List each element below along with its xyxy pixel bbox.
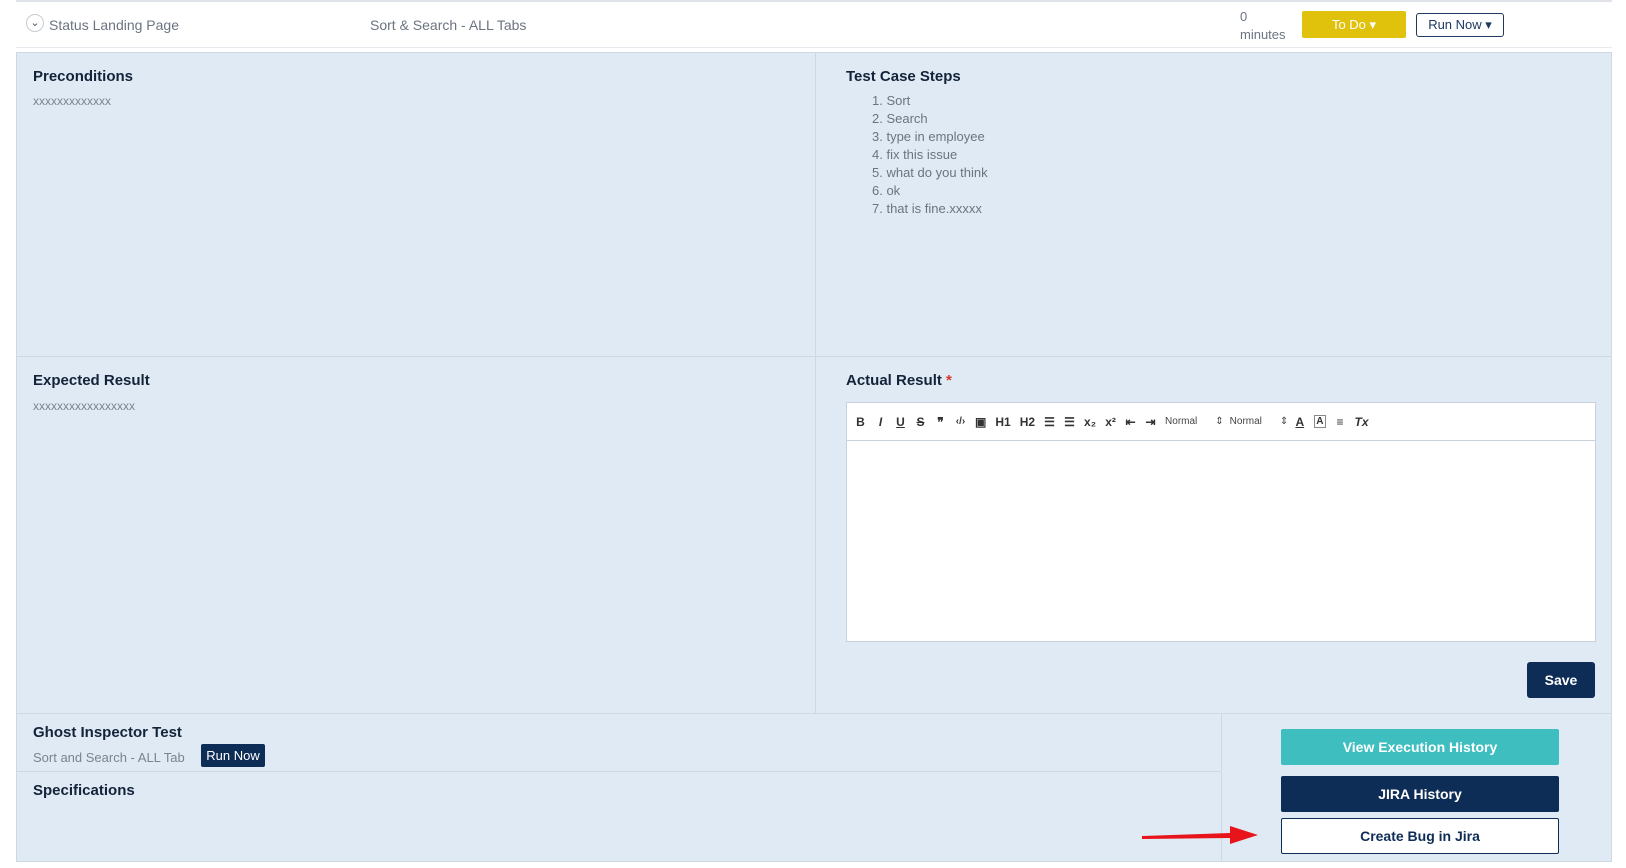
chevron-down-icon[interactable]: ⌄: [26, 14, 44, 32]
strikethrough-button[interactable]: S: [915, 415, 926, 429]
test-case-steps-title: Test Case Steps: [846, 68, 961, 85]
row-divider: [16, 771, 1221, 772]
align-icon[interactable]: ≡: [1335, 415, 1346, 429]
step-item: 2. Search: [872, 111, 928, 126]
caret-down-icon: ▾: [1485, 17, 1492, 32]
status-label: To Do: [1331, 16, 1366, 32]
column-divider: [815, 52, 816, 714]
clear-format-icon[interactable]: Tx: [1355, 415, 1369, 429]
jira-history-button[interactable]: JIRA History: [1281, 776, 1559, 812]
duration-unit: minutes: [1240, 27, 1286, 42]
caret-down-icon: ▾: [1369, 16, 1377, 32]
preconditions-title: Preconditions: [33, 68, 134, 85]
step-item: 4. fix this issue: [872, 147, 958, 162]
step-item: 5. what do you think: [872, 165, 988, 180]
annotation-arrow-icon: [1142, 826, 1258, 844]
heading-select[interactable]: Normal ⇕: [1230, 416, 1289, 427]
editor-toolbar: B I U S ❞ ‹/› ▣ H1 H2 ☰ ☰ x₂ x² ⇤ ⇥ Norm…: [847, 403, 1595, 441]
specifications-title: Specifications: [33, 782, 135, 799]
font-size-value: Normal: [1165, 416, 1198, 427]
code-block-button[interactable]: ‹/›: [955, 416, 966, 427]
expected-result-title: Expected Result: [33, 372, 150, 389]
view-execution-history-button[interactable]: View Execution History: [1281, 729, 1559, 765]
bullet-list-icon[interactable]: ☰: [1064, 415, 1075, 429]
editor-content-area[interactable]: [847, 442, 1595, 641]
blockquote-button[interactable]: ❞: [935, 415, 946, 429]
image-icon[interactable]: ▣: [975, 415, 986, 429]
duration-value: 0: [1240, 9, 1248, 24]
select-arrows-icon: ⇕: [1215, 416, 1224, 427]
row-divider: [16, 356, 1612, 357]
subscript-button[interactable]: x₂: [1084, 415, 1096, 429]
row-divider: [16, 713, 1612, 714]
ghost-test-name: Sort and Search - ALL Tab: [33, 750, 185, 765]
italic-button[interactable]: I: [875, 415, 886, 429]
expected-result-body: xxxxxxxxxxxxxxxxx: [33, 399, 135, 413]
step-item: 1. Sort: [872, 93, 911, 108]
text-color-icon[interactable]: A: [1294, 415, 1305, 429]
test-suite-name: Sort & Search - ALL Tabs: [370, 17, 527, 33]
heading-value: Normal: [1229, 416, 1262, 427]
heading-1-button[interactable]: H1: [995, 415, 1010, 429]
heading-2-button[interactable]: H2: [1020, 415, 1035, 429]
required-mark: *: [946, 372, 952, 389]
font-size-select[interactable]: Normal ⇕: [1165, 416, 1224, 427]
background-color-icon[interactable]: A: [1314, 415, 1326, 428]
superscript-button[interactable]: x²: [1105, 415, 1116, 429]
step-item: 6. ok: [872, 183, 901, 198]
save-button[interactable]: Save: [1527, 662, 1595, 698]
step-item: 7. that is fine.xxxxx: [872, 201, 982, 216]
step-item: 3. type in employee: [872, 129, 985, 144]
run-now-label: Run Now: [1428, 17, 1482, 32]
outdent-icon[interactable]: ⇤: [1125, 415, 1136, 429]
run-now-dropdown-button[interactable]: Run Now ▾: [1416, 13, 1504, 37]
select-arrows-icon: ⇕: [1279, 416, 1289, 427]
test-case-title: Status Landing Page: [49, 17, 179, 33]
actual-result-label: Actual Result: [846, 372, 942, 389]
ghost-run-now-button[interactable]: Run Now: [201, 744, 265, 767]
test-case-steps-list: 1. Sort 2. Search 3. type in employee 4.…: [872, 92, 988, 218]
bold-button[interactable]: B: [855, 415, 866, 429]
ordered-list-icon[interactable]: ☰: [1044, 415, 1055, 429]
actual-result-title: Actual Result *: [846, 372, 952, 389]
actual-result-editor: B I U S ❞ ‹/› ▣ H1 H2 ☰ ☰ x₂ x² ⇤ ⇥ Norm…: [846, 402, 1596, 642]
underline-button[interactable]: U: [895, 415, 906, 429]
duration: 0 minutes: [1240, 8, 1300, 44]
status-dropdown-button[interactable]: To Do ▾: [1302, 11, 1406, 38]
ghost-inspector-title: Ghost Inspector Test: [33, 724, 182, 741]
indent-icon[interactable]: ⇥: [1145, 415, 1156, 429]
create-bug-in-jira-button[interactable]: Create Bug in Jira: [1281, 818, 1559, 854]
preconditions-body: xxxxxxxxxxxxx: [33, 94, 111, 108]
